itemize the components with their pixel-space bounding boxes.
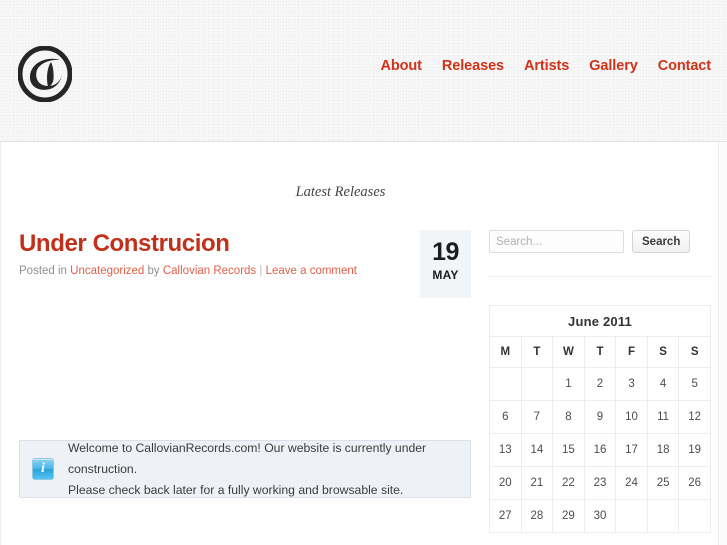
calendar-day[interactable]: 13: [489, 433, 522, 467]
nav-link-artists[interactable]: Artists: [514, 57, 579, 75]
calendar-day[interactable]: 28: [520, 499, 554, 533]
calendar-week-row: 20 21 22 23 24 25 26: [489, 466, 711, 500]
calendar-day[interactable]: 24: [615, 466, 648, 500]
calendar-day[interactable]: 18: [646, 433, 680, 467]
notice-text: Welcome to CallovianRecords.com! Our web…: [68, 438, 458, 501]
calendar-day[interactable]: 1: [552, 367, 585, 401]
chevron-left-icon[interactable]: ‹: [499, 306, 503, 335]
calendar-day[interactable]: 16: [583, 433, 617, 467]
meta-posted-in-label: Posted in: [19, 265, 71, 277]
info-icon: i: [32, 458, 54, 480]
main-navigation: About Releases Artists Gallery Contact: [371, 57, 712, 75]
calendar-weekday: T: [583, 336, 617, 368]
site-tagline: Latest Releases: [295, 184, 386, 200]
post-date-month: MAY: [432, 268, 459, 282]
search-input[interactable]: [489, 230, 624, 253]
notice-line-1: Welcome to CallovianRecords.com! Our web…: [68, 440, 427, 476]
calendar-weekday: W: [552, 336, 585, 368]
post-date-badge: 19 MAY: [420, 230, 471, 298]
search-button[interactable]: Search: [632, 230, 691, 253]
calendar-title: June 2011: [568, 313, 632, 329]
calendar-day[interactable]: 30: [583, 499, 617, 533]
calendar-week-row: 12345: [489, 367, 711, 401]
calendar-day[interactable]: 27: [489, 499, 522, 533]
calendar-day-empty: [489, 367, 522, 401]
calendar-day[interactable]: 5: [678, 367, 711, 401]
post-header: Under Construcion Posted in Uncategorize…: [19, 230, 471, 292]
calendar-day[interactable]: 22: [552, 466, 585, 500]
calendar-day[interactable]: 4: [646, 367, 680, 401]
meta-separator: |: [256, 265, 266, 277]
calendar-week-row: 6 7 8 9 10 11 12: [489, 400, 711, 434]
nav-link-contact[interactable]: Contact: [648, 57, 711, 75]
calendar-week-row: 27 28 29 30: [489, 499, 711, 533]
calendar-day-empty: [678, 499, 711, 533]
calendar-day[interactable]: 8: [552, 400, 585, 434]
calendar-body: 1 2 3 4 5 6 7 8 9 10 11 12 13 14 15 16 17 18 19 20 21 22 23 24 2…: [489, 367, 711, 533]
calendar-weekday: F: [615, 336, 648, 368]
calendar-day[interactable]: 6: [489, 400, 522, 434]
calendar-day[interactable]: 2: [583, 367, 617, 401]
post-meta: Posted in Uncategorized by Callovian Rec…: [19, 264, 471, 278]
calendar-day-empty: [520, 367, 554, 401]
calendar-widget: ‹ June 2011 M T W T F S S 1 2 3 4 5 6 7 8 9 10 11 1…: [489, 305, 711, 533]
logo-icon: [18, 46, 72, 102]
calendar-weekday: T: [520, 336, 554, 368]
meta-by-label: by: [144, 265, 163, 277]
calendar-day[interactable]: 23: [583, 466, 617, 500]
calendar-weekday: S: [678, 336, 711, 368]
calendar-day[interactable]: 20: [489, 466, 522, 500]
calendar-day[interactable]: 21: [520, 466, 554, 500]
sidebar-divider: [489, 276, 711, 277]
post-title[interactable]: Under Construcion: [19, 230, 471, 258]
nav-link-gallery[interactable]: Gallery: [579, 57, 647, 75]
calendar-day[interactable]: 3: [615, 367, 648, 401]
site-header: About Releases Artists Gallery Contact: [0, 0, 727, 142]
post-date-day: 19: [432, 238, 459, 266]
content-area: Latest Releases Under Construcion Posted…: [0, 142, 719, 545]
calendar-day[interactable]: 12: [678, 400, 711, 434]
calendar-day[interactable]: 29: [552, 499, 585, 533]
calendar-day[interactable]: 17: [615, 433, 648, 467]
calendar-day[interactable]: 26: [678, 466, 711, 500]
notice-line-2: Please check back later for a fully work…: [68, 482, 404, 497]
calendar-day[interactable]: 7: [520, 400, 554, 434]
calendar-weekday: S: [646, 336, 680, 368]
sidebar: Search ‹ June 2011 M T W T F S S: [489, 230, 711, 533]
calendar-day[interactable]: 10: [615, 400, 648, 434]
meta-author-link[interactable]: Callovian Records: [163, 265, 256, 277]
meta-category-link[interactable]: Uncategorized: [70, 265, 144, 277]
calendar-day[interactable]: 14: [520, 433, 554, 467]
calendar-day[interactable]: 19: [678, 433, 711, 467]
calendar-day[interactable]: 15: [552, 433, 585, 467]
search-widget: Search: [489, 230, 711, 253]
calendar-day-empty: [615, 499, 648, 533]
post-article: Under Construcion Posted in Uncategorize…: [19, 230, 471, 292]
calendar-weekday: M: [489, 336, 522, 368]
nav-link-releases[interactable]: Releases: [432, 57, 514, 75]
calendar-caption: ‹ June 2011: [489, 305, 711, 337]
calendar-day[interactable]: 9: [583, 400, 617, 434]
calendar-day[interactable]: 25: [646, 466, 680, 500]
meta-comment-link[interactable]: Leave a comment: [266, 265, 357, 277]
site-logo[interactable]: [18, 46, 72, 102]
calendar-weekday-row: M T W T F S S: [489, 336, 711, 368]
nav-link-about[interactable]: About: [371, 57, 432, 75]
calendar-day[interactable]: 11: [646, 400, 680, 434]
calendar-week-row: 13 14 15 16 17 18 19: [489, 433, 711, 467]
calendar-day-empty: [646, 499, 680, 533]
notice-box: i Welcome to CallovianRecords.com! Our w…: [19, 440, 471, 498]
